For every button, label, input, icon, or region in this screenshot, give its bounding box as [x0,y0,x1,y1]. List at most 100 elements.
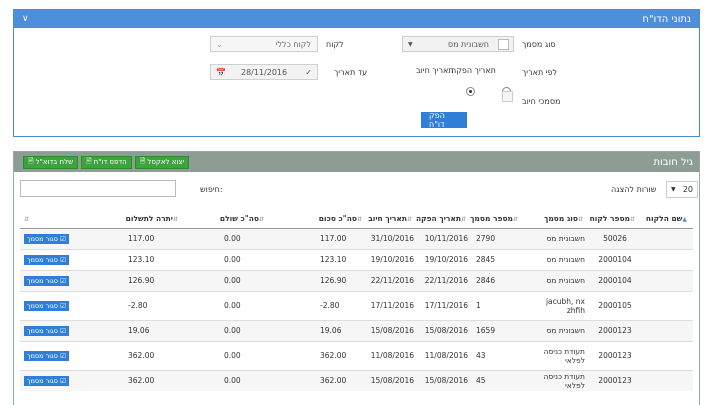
close-document-button[interactable]: ☑ סגור מסמך [24,350,69,361]
search-input[interactable] [20,180,176,197]
radio-issue-label: תאריך הפקה [451,66,496,75]
close-document-button[interactable]: ☑ סגור מסמך [24,325,69,336]
sort-icon: ⇵ [258,216,264,224]
cell-cust-no: 2000123 [589,319,641,341]
col-header-label: יתרה לתשלום [125,214,173,224]
debt-aging-title: גיל חובות [653,156,693,168]
until-date-field[interactable]: 📅 28/11/2016 ✓ [210,64,318,80]
until-date-label: עד תאריך [334,68,368,77]
cell-balance: 123.10 [78,248,184,270]
sort-icon: ⇵ [172,216,178,224]
report-params-title: נתוני הדו"ח [642,13,691,25]
table-row: 2000123 תעודת כניסה לפלאי 43 11/08/2016 11/0… [20,340,693,370]
col-header[interactable]: ⇵סוג מסמך [524,210,589,229]
customer-select[interactable]: ⌄ לקוח כללי [210,36,318,52]
cell-issue: 10/11/2016 [418,227,472,249]
close-document-label: סגור מסמך [27,301,58,310]
cell-doc-no: 1 [472,290,524,320]
cell-due: 22/11/2016 [368,269,418,291]
col-header[interactable]: ⇵תאריך חיוב [368,210,418,229]
until-date-value: 28/11/2016 [241,67,288,77]
col-header[interactable]: ⇵תאריך הפקה [416,210,472,229]
close-document-button[interactable]: ☑ סגור מסמך [24,375,69,386]
billing-docs-checkbox[interactable] [502,91,513,102]
debt-table: ▲שם הלקוח ⇵מספר לקוח ⇵סוג מסמך ⇵מספר מסמ… [20,210,693,391]
cell-cust-no: 2000123 [589,340,641,370]
col-header[interactable]: ⇵יתרה לתשלום [78,210,184,229]
close-document-button[interactable]: ☑ סגור מסמך [24,275,69,286]
close-document-label: סגור מסמך [27,351,58,360]
caret-down-icon: ▼ [671,186,676,193]
cell-issue: 15/08/2016 [418,369,472,391]
cell-total: 117.00 [270,227,368,249]
col-header[interactable]: ▲שם הלקוח [641,210,693,229]
cell-total: 19.06 [270,319,368,341]
check-box-icon: ☑ [59,326,66,335]
cell-total: 362.00 [270,340,368,370]
print-button-label: הדפס דו"ח [93,158,127,166]
cell-cust-no: 2000104 [589,269,641,291]
col-header[interactable]: ⇵ [20,210,78,229]
cell-name [641,340,693,370]
table-row: 2000123 תעודת כניסה לפלאי 45 15/08/2016 15/0… [20,369,693,391]
cell-issue: 17/11/2016 [418,290,472,320]
excel-button-label: יצוא לאקסל [147,158,185,166]
sort-icon: ⇵ [24,216,30,224]
col-header-label: שם הלקוח [645,214,683,224]
email-button[interactable]: 🗎 שלח בדוא"ל [23,155,79,169]
sort-icon: ⇵ [460,216,466,224]
radio-due-label: תאריך חיוב [416,66,454,75]
col-header[interactable]: ⇵סה"כ שולם [184,210,270,229]
report-params-header[interactable]: ∨ נתוני הדו"ח [14,10,699,28]
cell-doc-no: 2790 [472,227,524,249]
close-document-button[interactable]: ☑ סגור מסמך [24,254,69,265]
cell-total: 126.90 [270,269,368,291]
close-document-label: סגור מסמך [27,326,58,335]
radio-issue-date[interactable] [465,87,475,96]
check-box-icon: ☑ [59,351,66,360]
generate-report-button[interactable]: הפק דו"ח [421,111,467,129]
cell-total: 2.80- [270,290,368,320]
col-header-label: תאריך חיוב [368,214,407,224]
doc-type-select[interactable]: ▼ חשבונית מס [402,36,514,52]
table-row: 2000104 חשבונית מס 2846 22/11/2016 22/11/201… [20,269,693,291]
customer-label: לקוח [326,40,344,49]
rows-per-page-select[interactable]: ▼ 20 [666,181,698,198]
cell-paid: 0.00 [184,227,270,249]
sort-icon: ⇵ [629,216,635,224]
export-excel-button[interactable]: 🗎 יצוא לאקסל [134,155,190,169]
table-row: 50026 חשבונית מס 2790 10/11/2016 31/10/2016 1… [20,227,693,249]
table-row: 2000105 jacubh, nx zhfih 1 17/11/2016 17/11/… [20,290,693,320]
close-document-button[interactable]: ☑ סגור מסמך [24,300,69,311]
search-label: חיפוש: [200,185,223,194]
cell-due: 19/10/2016 [368,248,418,270]
cell-action: ☑ סגור מסמך [20,319,78,341]
customer-value: לקוח כללי [275,39,311,49]
col-header-label: מספר מסמך [470,214,513,224]
collapse-chevron-icon[interactable]: ∨ [22,14,29,24]
cell-paid: 0.00 [184,369,270,391]
cell-doc-type: תעודת כניסה לפלאי [524,340,589,370]
col-header[interactable]: ⇵סה"כ סכום [270,210,368,229]
cell-doc-type: jacubh, nx zhfih [524,290,589,320]
cell-name [641,227,693,249]
debt-aging-panel: 🗎 שלח בדוא"ל 🗎 הדפס דו"ח 🗎 יצוא לאקסל גיל ח… [13,151,700,405]
check-box-icon: ☑ [59,301,66,310]
cell-doc-no: 43 [472,340,524,370]
report-params-panel: ∨ נתוני הדו"ח סוג מסמך ▼ חשבונית מס לקוח… [13,9,700,137]
col-header[interactable]: ⇵מספר לקוח [589,210,641,229]
cell-doc-no: 45 [472,369,524,391]
col-header[interactable]: ⇵מספר מסמך [470,210,524,229]
doc-type-checkbox[interactable] [498,39,509,50]
calendar-icon[interactable]: 📅 [216,68,226,77]
close-document-button[interactable]: ☑ סגור מסמך [24,233,69,244]
table-row: 2000104 חשבונית מס 2845 19/10/2016 19/10/201… [20,248,693,270]
cell-cust-no: 50026 [589,227,641,249]
cell-cust-no: 2000105 [589,290,641,320]
cell-action: ☑ סגור מסמך [20,227,78,249]
cell-name [641,319,693,341]
cell-cust-no: 2000123 [589,369,641,391]
cell-paid: 0.00 [184,340,270,370]
cell-paid: 0.00 [184,290,270,320]
print-report-button[interactable]: 🗎 הדפס דו"ח [81,155,132,169]
